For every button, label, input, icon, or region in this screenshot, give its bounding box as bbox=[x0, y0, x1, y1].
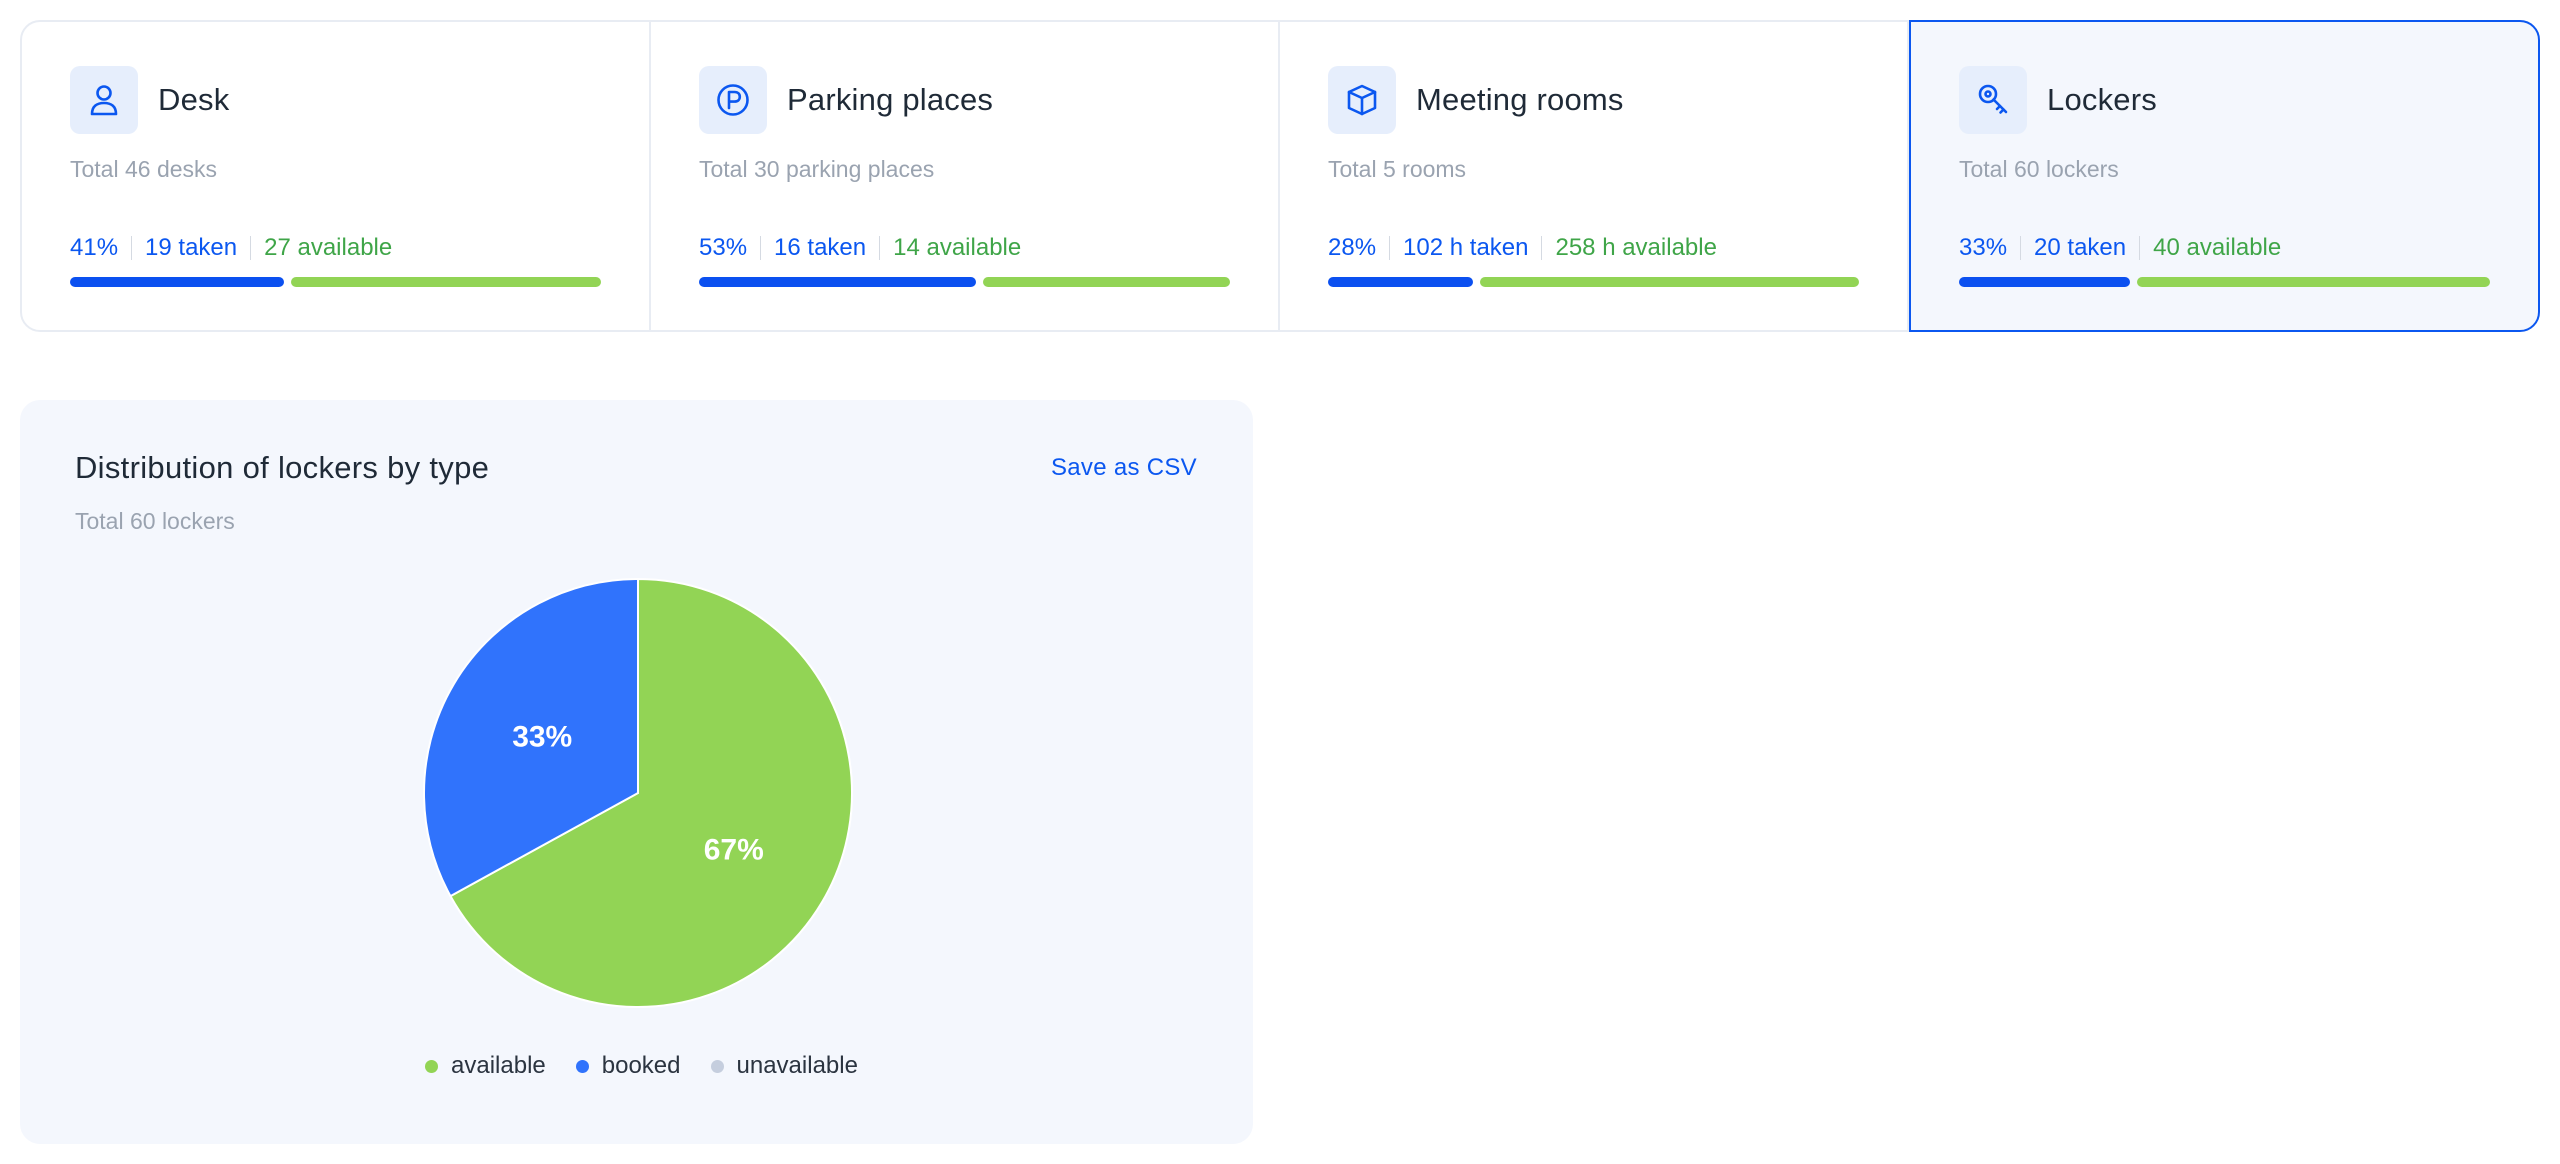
usage-bar-available bbox=[1479, 277, 1859, 287]
usage-bar-available bbox=[290, 277, 601, 287]
card-header: Desk bbox=[70, 66, 601, 134]
slice-label-booked: 33% bbox=[512, 720, 572, 753]
usage-bar-taken bbox=[699, 277, 977, 287]
taken-count: 102 h taken bbox=[1403, 234, 1529, 261]
panel-subtitle: Total 60 lockers bbox=[75, 508, 235, 534]
card-title: Meeting rooms bbox=[1416, 82, 1624, 117]
card-total: Total 60 lockers bbox=[1959, 156, 2119, 182]
card-stats: 33% 20 taken 40 available bbox=[1959, 233, 2490, 263]
card-stats: 53% 16 taken 14 available bbox=[699, 233, 1230, 263]
available-count: 258 h available bbox=[1555, 234, 1717, 261]
slice-label-available: 67% bbox=[704, 834, 764, 867]
legend-label: unavailable bbox=[736, 1052, 858, 1079]
usage-bar-available bbox=[2137, 277, 2490, 287]
card-title: Lockers bbox=[2047, 82, 2157, 117]
save-csv-button[interactable]: Save as CSV bbox=[1051, 454, 1197, 482]
legend-label: available bbox=[451, 1052, 546, 1079]
legend-dot-icon bbox=[425, 1059, 439, 1073]
resource-cards: Desk Total 46 desks 41% 19 taken 27 avai… bbox=[20, 20, 2540, 332]
usage-bar bbox=[1328, 277, 1859, 287]
legend-dot-icon bbox=[710, 1059, 724, 1073]
usage-bar bbox=[70, 277, 601, 287]
card-header: Meeting rooms bbox=[1328, 66, 1859, 134]
taken-count: 16 taken bbox=[774, 234, 867, 261]
taken-percent: 41% bbox=[70, 234, 119, 261]
taken-percent: 53% bbox=[699, 234, 748, 261]
taken-count: 19 taken bbox=[145, 234, 238, 261]
available-count: 27 available bbox=[264, 234, 393, 261]
card-parking[interactable]: Parking places Total 30 parking places 5… bbox=[651, 22, 1280, 330]
taken-count: 20 taken bbox=[2034, 234, 2127, 261]
card-title: Parking places bbox=[787, 82, 994, 117]
divider bbox=[2020, 236, 2022, 260]
legend-dot-icon bbox=[575, 1059, 589, 1073]
available-count: 40 available bbox=[2153, 234, 2282, 261]
card-lockers[interactable]: Lockers Total 60 lockers 33% 20 taken 40… bbox=[1909, 20, 2540, 332]
card-title: Desk bbox=[158, 82, 230, 117]
divider bbox=[1389, 236, 1391, 260]
parking-icon bbox=[699, 66, 767, 134]
card-meeting-rooms[interactable]: Meeting rooms Total 5 rooms 28% 102 h ta… bbox=[1280, 22, 1909, 330]
distribution-panel: Distribution of lockers by type Total 60… bbox=[20, 400, 1253, 1144]
taken-percent: 28% bbox=[1328, 234, 1377, 261]
panel-title: Distribution of lockers by type bbox=[75, 450, 490, 485]
chart-legend: available booked unavailable bbox=[20, 1052, 1253, 1080]
card-total: Total 30 parking places bbox=[699, 156, 935, 182]
divider bbox=[131, 236, 133, 260]
divider bbox=[760, 236, 762, 260]
divider bbox=[250, 236, 252, 260]
card-total: Total 46 desks bbox=[70, 156, 218, 182]
usage-bar-available bbox=[983, 277, 1230, 287]
available-count: 14 available bbox=[893, 234, 1022, 261]
taken-percent: 33% bbox=[1959, 234, 2008, 261]
cube-icon bbox=[1328, 66, 1396, 134]
divider bbox=[1541, 236, 1543, 260]
divider bbox=[879, 236, 881, 260]
usage-bar bbox=[1959, 277, 2490, 287]
key-icon bbox=[1959, 66, 2027, 134]
card-header: Parking places bbox=[699, 66, 1230, 134]
pie-chart: 67% 33% bbox=[423, 577, 853, 1008]
usage-bar-taken bbox=[1328, 277, 1473, 287]
usage-bar-taken bbox=[1959, 277, 2131, 287]
card-desk[interactable]: Desk Total 46 desks 41% 19 taken 27 avai… bbox=[22, 22, 651, 330]
divider bbox=[2139, 236, 2141, 260]
card-stats: 41% 19 taken 27 available bbox=[70, 233, 601, 263]
usage-bar-taken bbox=[70, 277, 284, 287]
card-stats: 28% 102 h taken 258 h available bbox=[1328, 233, 1859, 263]
card-header: Lockers bbox=[1959, 66, 2490, 134]
legend-label: booked bbox=[601, 1052, 681, 1079]
legend-item-booked[interactable]: booked bbox=[575, 1052, 681, 1080]
legend-item-unavailable[interactable]: unavailable bbox=[710, 1052, 858, 1080]
legend-item-available[interactable]: available bbox=[425, 1052, 546, 1080]
usage-bar bbox=[699, 277, 1230, 287]
person-icon bbox=[70, 66, 138, 134]
card-total: Total 5 rooms bbox=[1328, 156, 1467, 182]
